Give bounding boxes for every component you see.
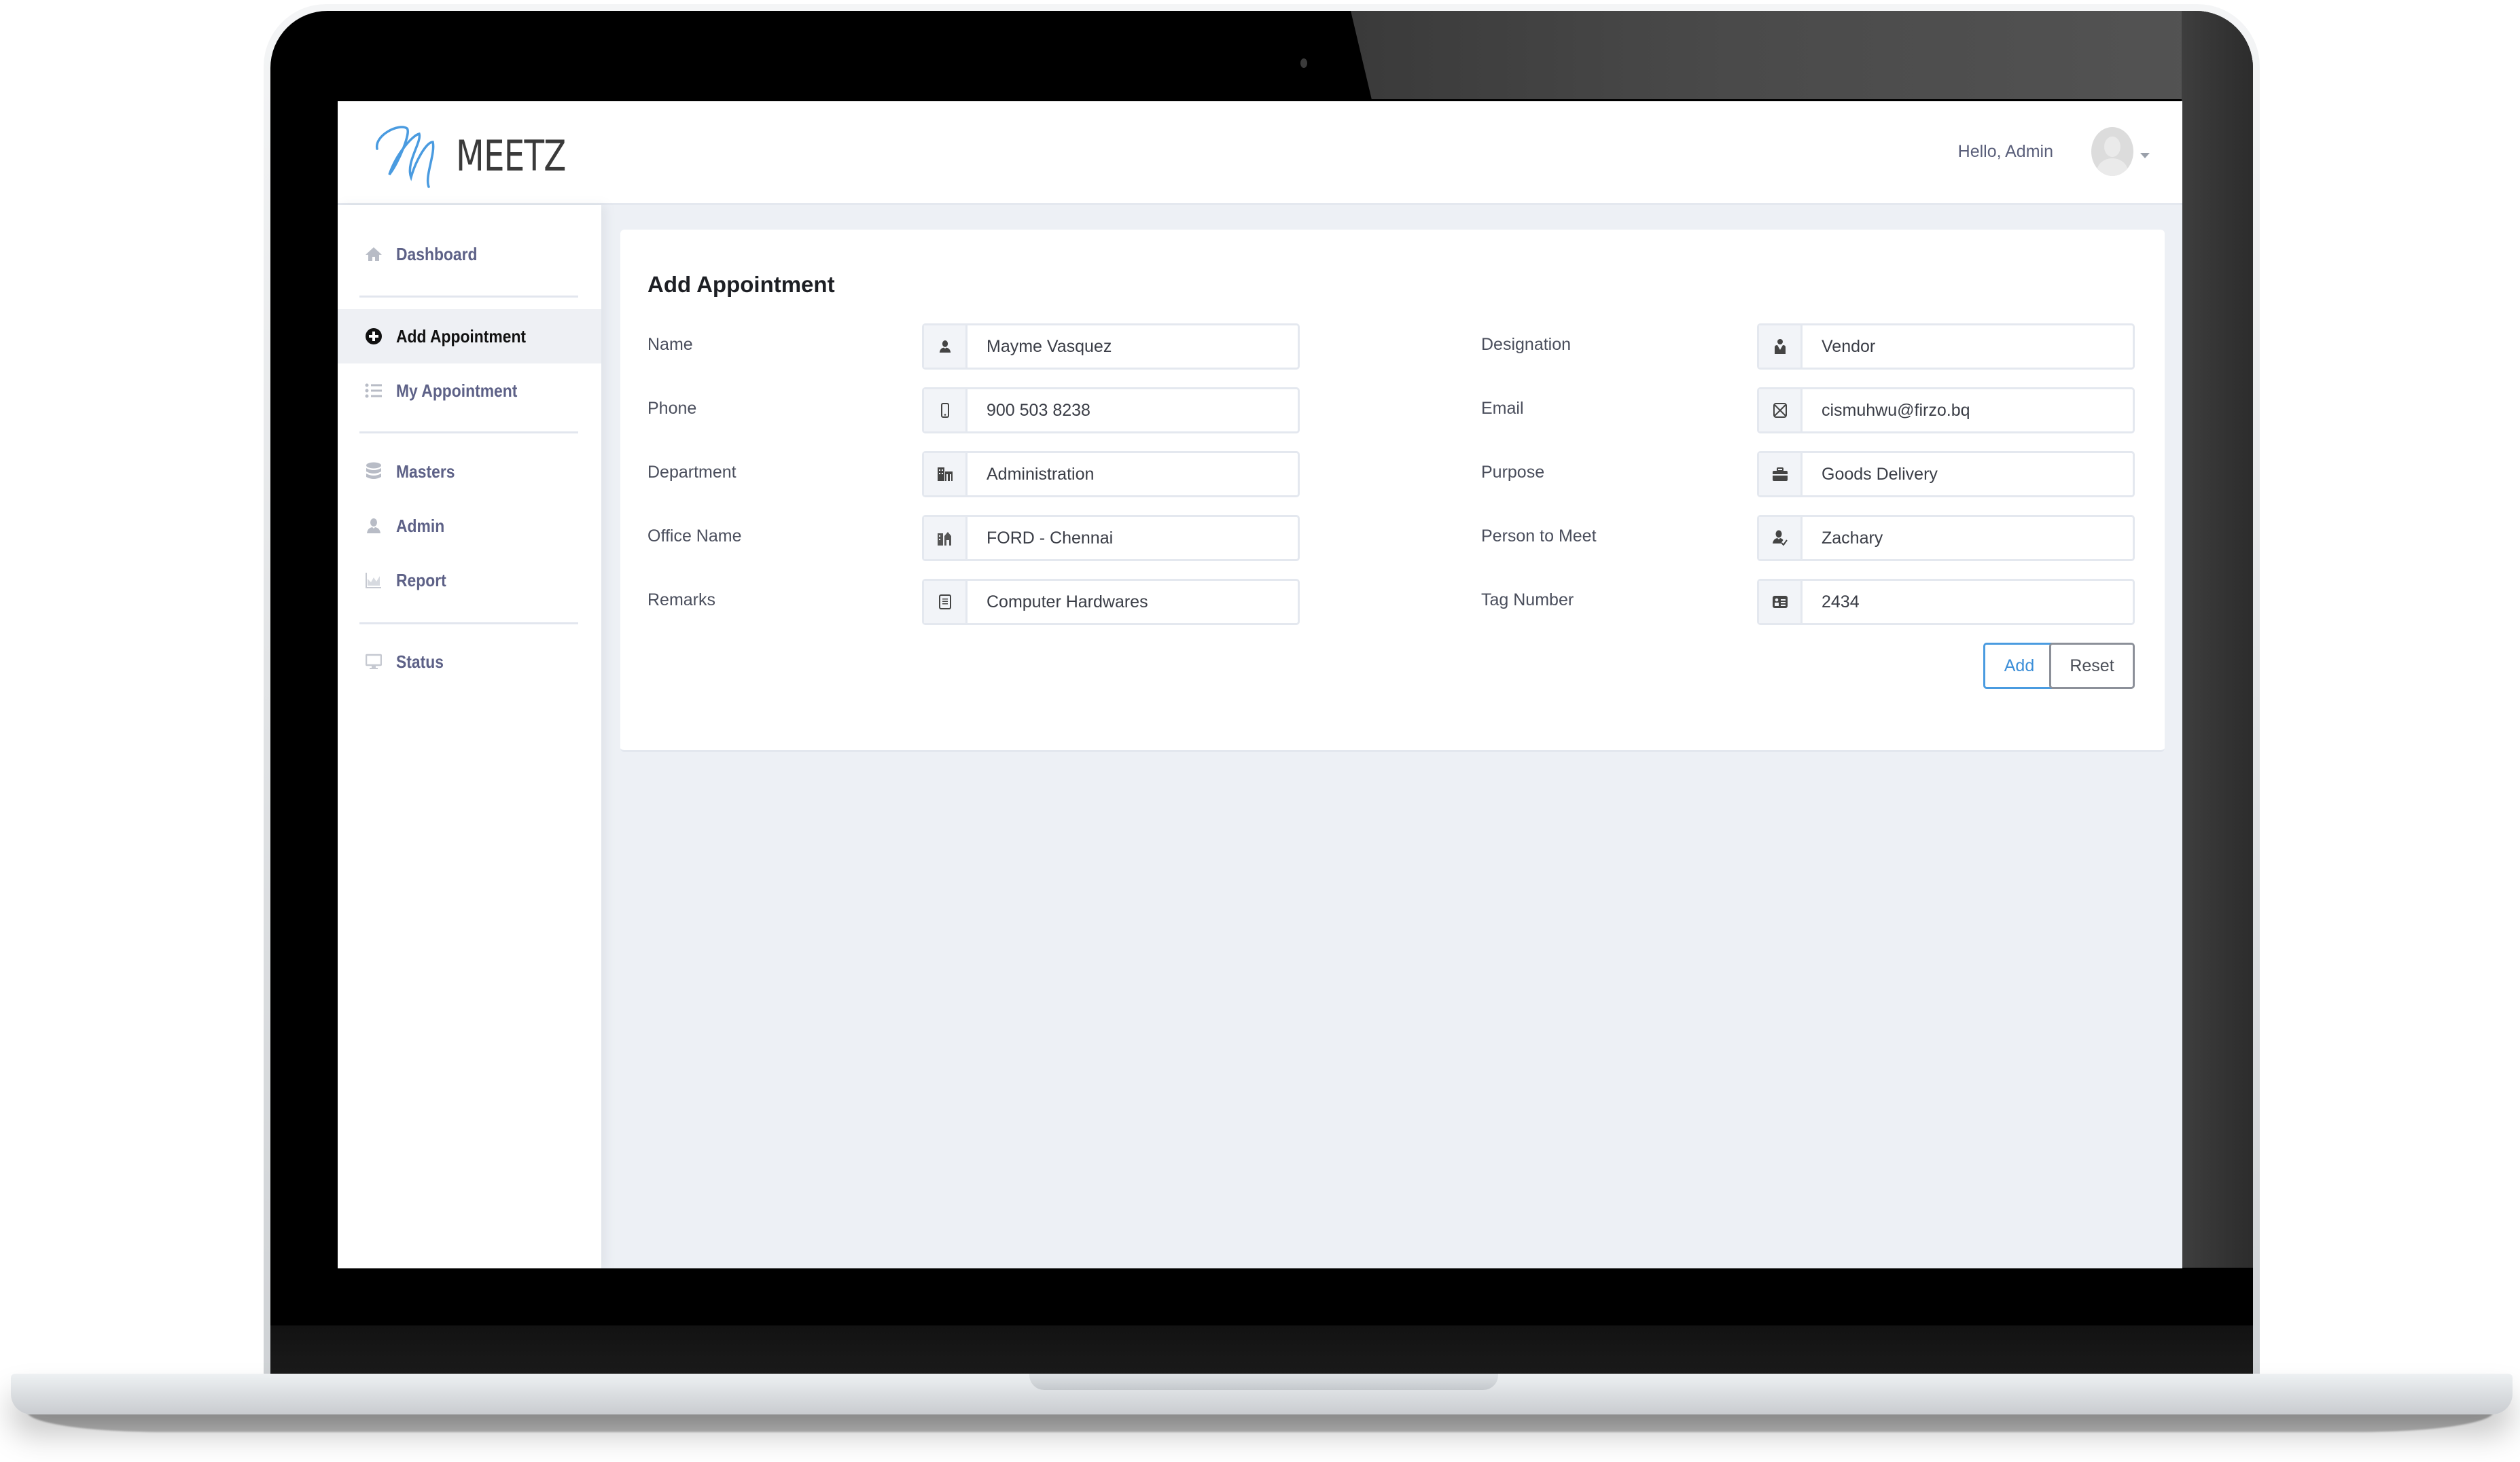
- note-icon: [924, 581, 968, 623]
- sidebar-item-label: Status: [396, 651, 444, 672]
- add-appointment-card: Add Appointment Name Phone Department Of…: [620, 230, 2165, 752]
- sidebar-item-status[interactable]: Status: [338, 635, 601, 689]
- tag-number-label: Tag Number: [1481, 590, 1574, 609]
- home-icon: [363, 244, 384, 264]
- office-name-input[interactable]: [968, 517, 1298, 559]
- sidebar-item-label: My Appointment: [396, 380, 518, 401]
- sidebar-item-label: Dashboard: [396, 243, 478, 264]
- greeting-text: Hello, Admin: [1957, 141, 2053, 161]
- phone-input[interactable]: [968, 389, 1298, 431]
- remarks-input[interactable]: [968, 581, 1298, 623]
- laptop-notch: [1029, 1374, 1498, 1390]
- app-screen: MEETZ Hello, Admin Dashboard Add Appoint…: [338, 101, 2182, 1268]
- person-to-meet-label: Person to Meet: [1481, 527, 1597, 546]
- designation-label: Designation: [1481, 335, 1572, 354]
- logo[interactable]: MEETZ: [372, 122, 597, 190]
- name-label: Name: [647, 335, 693, 354]
- sidebar-item-label: Add Appointment: [396, 325, 527, 346]
- sidebar-item-add-appointment[interactable]: Add Appointment: [338, 309, 601, 363]
- user-check-icon: [1759, 517, 1803, 559]
- laptop-base-shadow: [27, 1412, 2494, 1432]
- employee-icon: [1759, 325, 1803, 368]
- sidebar-item-label: Report: [396, 569, 446, 590]
- remarks-label: Remarks: [647, 590, 716, 609]
- caret-down-icon[interactable]: [2140, 153, 2150, 158]
- sidebar-item-report[interactable]: Report: [338, 553, 601, 607]
- designation-input[interactable]: [1803, 325, 2133, 368]
- briefcase-icon: [1759, 453, 1803, 495]
- user-menu[interactable]: Hello, Admin: [1958, 127, 2150, 176]
- laptop-chin: [270, 1325, 2253, 1376]
- department-field[interactable]: [922, 451, 1300, 497]
- office-name-field[interactable]: [922, 515, 1300, 561]
- purpose-field[interactable]: [1757, 451, 2135, 497]
- name-field[interactable]: [922, 323, 1300, 370]
- email-field[interactable]: [1757, 387, 2135, 433]
- reset-button[interactable]: Reset: [2049, 643, 2135, 689]
- user-avatar-icon[interactable]: [2091, 127, 2133, 176]
- mobile-icon: [924, 389, 968, 431]
- tag-number-input[interactable]: [1803, 581, 2133, 623]
- office-icon: [924, 517, 968, 559]
- remarks-field[interactable]: [922, 579, 1300, 625]
- sidebar-divider: [359, 622, 578, 624]
- purpose-input[interactable]: [1803, 453, 2133, 495]
- building-icon: [924, 453, 968, 495]
- email-input[interactable]: [1803, 389, 2133, 431]
- office-name-label: Office Name: [647, 527, 742, 546]
- purpose-label: Purpose: [1481, 463, 1545, 482]
- sidebar-item-dashboard[interactable]: Dashboard: [338, 227, 601, 281]
- list-icon: [363, 380, 384, 401]
- page-title: Add Appointment: [647, 272, 835, 297]
- sidebar-item-label: Masters: [396, 461, 455, 482]
- plus-circle-icon: [363, 326, 384, 346]
- person-to-meet-field[interactable]: [1757, 515, 2135, 561]
- screen-glare: [1351, 11, 2253, 99]
- sidebar: Dashboard Add Appointment My Appointment…: [338, 205, 601, 1268]
- sidebar-divider: [359, 296, 578, 298]
- monitor-icon: [363, 652, 384, 672]
- tag-number-field[interactable]: [1757, 579, 2135, 625]
- name-input[interactable]: [968, 325, 1298, 368]
- designation-field[interactable]: [1757, 323, 2135, 370]
- user-icon: [363, 516, 384, 536]
- phone-label: Phone: [647, 399, 697, 418]
- sidebar-item-admin[interactable]: Admin: [338, 499, 601, 553]
- email-label: Email: [1481, 399, 1524, 418]
- logo-text: MEETZ: [456, 130, 566, 181]
- camera-icon: [1300, 58, 1307, 68]
- add-button[interactable]: Add: [1983, 643, 2055, 689]
- top-header: MEETZ Hello, Admin: [338, 101, 2182, 205]
- database-icon: [363, 461, 384, 482]
- department-input[interactable]: [968, 453, 1298, 495]
- department-label: Department: [647, 463, 737, 482]
- sidebar-item-label: Admin: [396, 515, 445, 536]
- sidebar-item-masters[interactable]: Masters: [338, 444, 601, 499]
- person-to-meet-input[interactable]: [1803, 517, 2133, 559]
- sidebar-item-my-appointment[interactable]: My Appointment: [338, 363, 601, 418]
- phone-field[interactable]: [922, 387, 1300, 433]
- chart-icon: [363, 570, 384, 590]
- sidebar-divider: [359, 431, 578, 433]
- logo-mark-icon: [376, 126, 435, 188]
- id-card-icon: [1759, 581, 1803, 623]
- mail-icon: [1759, 389, 1803, 431]
- user-icon: [924, 325, 968, 368]
- screen-glare-side: [2182, 11, 2253, 1268]
